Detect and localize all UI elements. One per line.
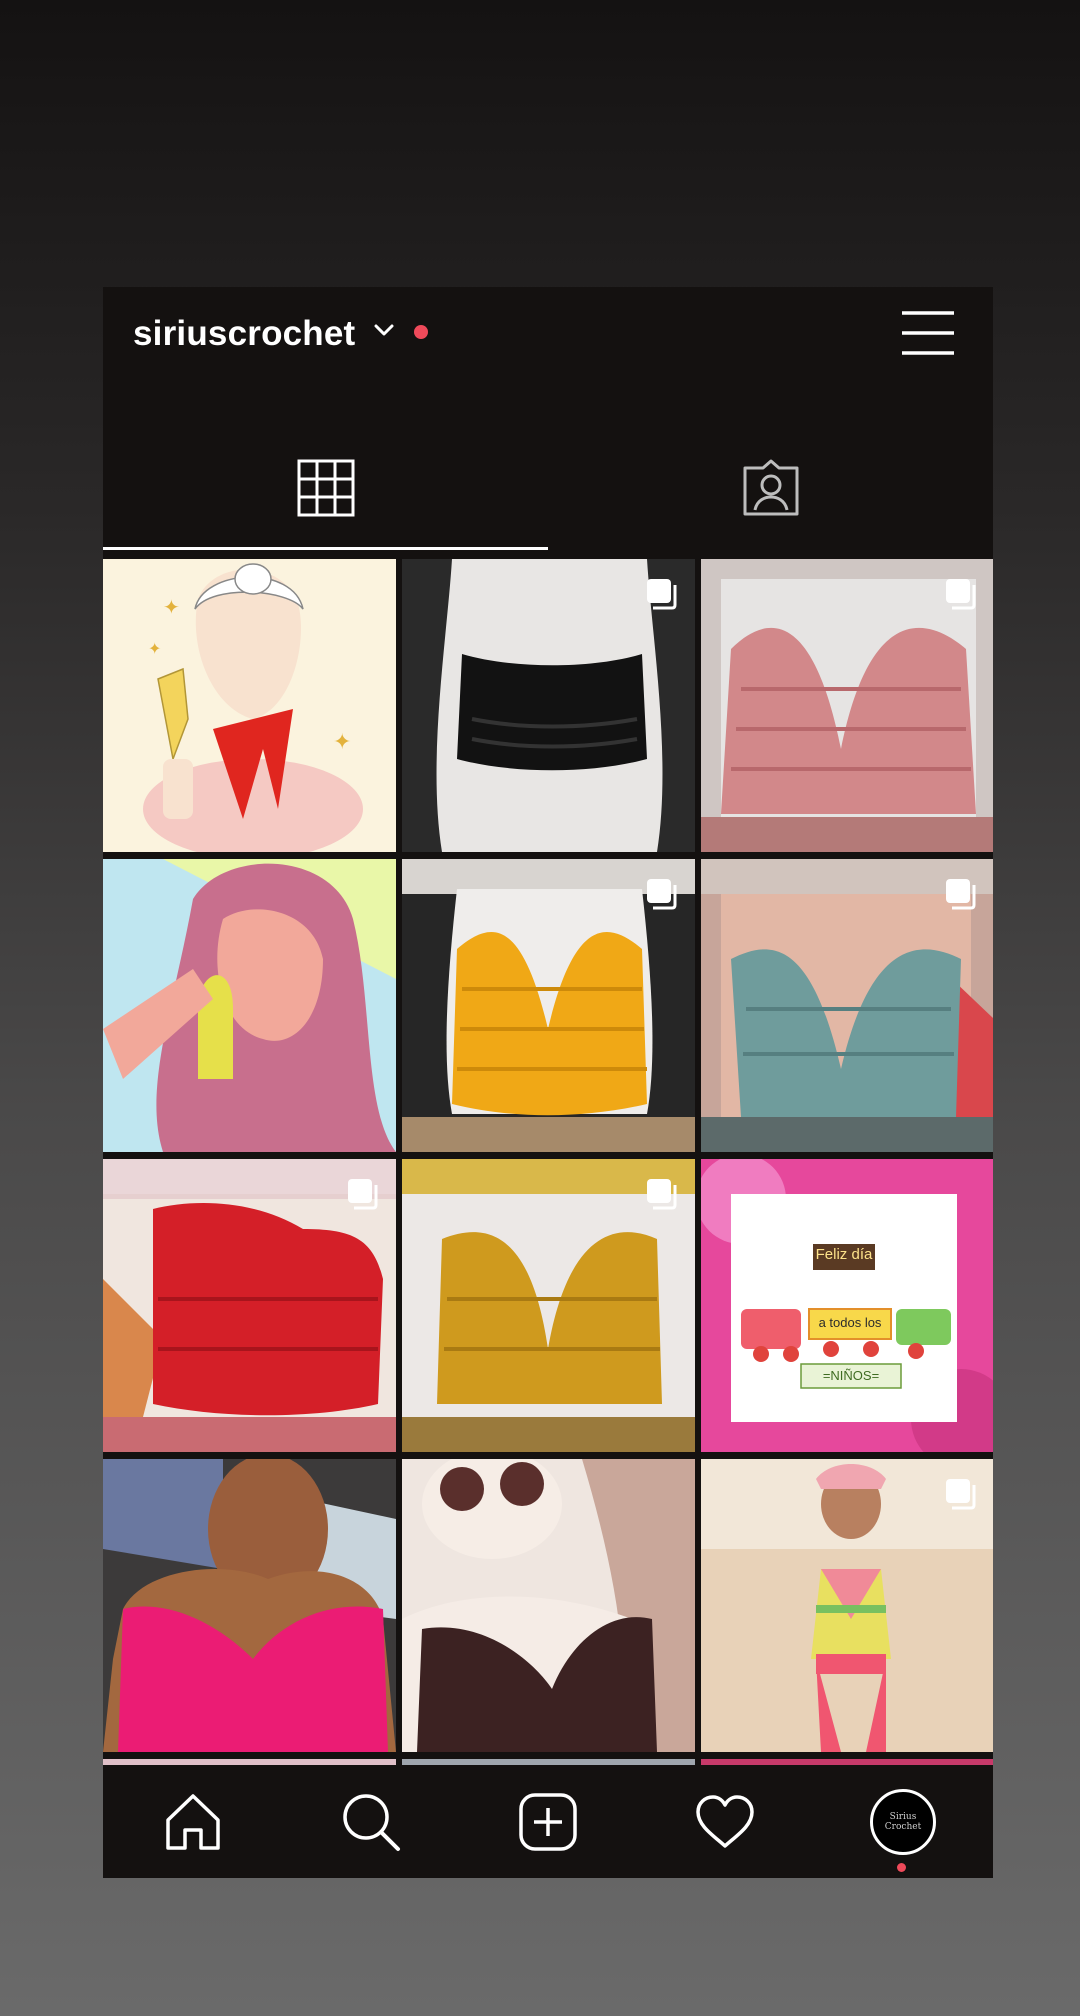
multiple-posts-icon <box>647 579 677 610</box>
multiple-posts-icon <box>647 1179 677 1210</box>
multiple-posts-icon <box>647 879 677 910</box>
post-image <box>103 1459 396 1752</box>
profile-notification-dot <box>897 1863 906 1872</box>
svg-text:✦: ✦ <box>148 641 161 658</box>
post-image: ✦ ✦ ✦ <box>103 559 396 852</box>
card-text-line-1: Feliz día <box>815 1246 873 1263</box>
profile-avatar: Sirius Crochet <box>870 1789 936 1855</box>
post-thumbnail[interactable] <box>402 1159 695 1452</box>
post-thumbnail[interactable] <box>701 859 993 1152</box>
add-post-icon <box>519 1793 577 1851</box>
post-thumbnail[interactable] <box>103 1159 396 1452</box>
post-thumbnail[interactable]: ✦ ✦ ✦ <box>103 559 396 852</box>
post-thumbnail[interactable] <box>701 559 993 852</box>
nav-home[interactable] <box>158 1787 228 1857</box>
posts-grid: ✦ ✦ ✦ Feliz día a todos los =NIÑOS= <box>103 559 993 1878</box>
multiple-posts-icon <box>348 1179 378 1210</box>
profile-tabs <box>103 437 993 539</box>
post-thumbnail[interactable] <box>701 1459 993 1752</box>
card-text-line-3: =NIÑOS= <box>822 1368 880 1383</box>
nav-profile[interactable]: Sirius Crochet <box>868 1787 938 1857</box>
chevron-down-icon[interactable] <box>373 319 395 341</box>
tagged-person-icon <box>743 459 798 516</box>
post-thumbnail[interactable] <box>402 559 695 852</box>
multiple-posts-icon <box>946 579 976 610</box>
nav-new-post[interactable] <box>513 1787 583 1857</box>
svg-text:✦: ✦ <box>163 597 180 619</box>
grid-icon <box>297 459 354 517</box>
tab-tagged[interactable] <box>548 437 993 539</box>
search-icon <box>343 1794 400 1851</box>
nav-search[interactable] <box>336 1787 406 1857</box>
profile-header: siriuscrochet <box>103 287 993 382</box>
nav-activity[interactable] <box>690 1787 760 1857</box>
avatar-logo-text: Sirius Crochet <box>884 1812 922 1832</box>
post-image <box>402 1459 695 1752</box>
username-account-switcher[interactable]: siriuscrochet <box>133 314 355 354</box>
post-image <box>103 859 396 1152</box>
bottom-navigation-bar: Sirius Crochet <box>103 1765 993 1878</box>
multiple-posts-icon <box>946 1479 976 1510</box>
selected-tab-indicator <box>103 547 548 550</box>
home-icon <box>166 1794 220 1850</box>
card-text-line-2: a todos los <box>818 1315 882 1330</box>
notification-dot <box>414 325 428 339</box>
multiple-posts-icon <box>946 879 976 910</box>
post-thumbnail[interactable] <box>103 859 396 1152</box>
svg-text:✦: ✦ <box>333 729 351 754</box>
hamburger-menu-icon[interactable] <box>900 309 956 357</box>
heart-icon <box>696 1795 754 1848</box>
post-thumbnail[interactable] <box>402 1459 695 1752</box>
post-thumbnail[interactable] <box>402 859 695 1152</box>
instagram-profile-screen: siriuscrochet ✦ ✦ ✦ Feliz día a todos lo… <box>103 287 993 1878</box>
post-thumbnail[interactable] <box>103 1459 396 1752</box>
post-image <box>701 1159 993 1452</box>
tab-posts-grid[interactable] <box>103 437 548 539</box>
post-thumbnail[interactable]: Feliz día a todos los =NIÑOS= <box>701 1159 993 1452</box>
